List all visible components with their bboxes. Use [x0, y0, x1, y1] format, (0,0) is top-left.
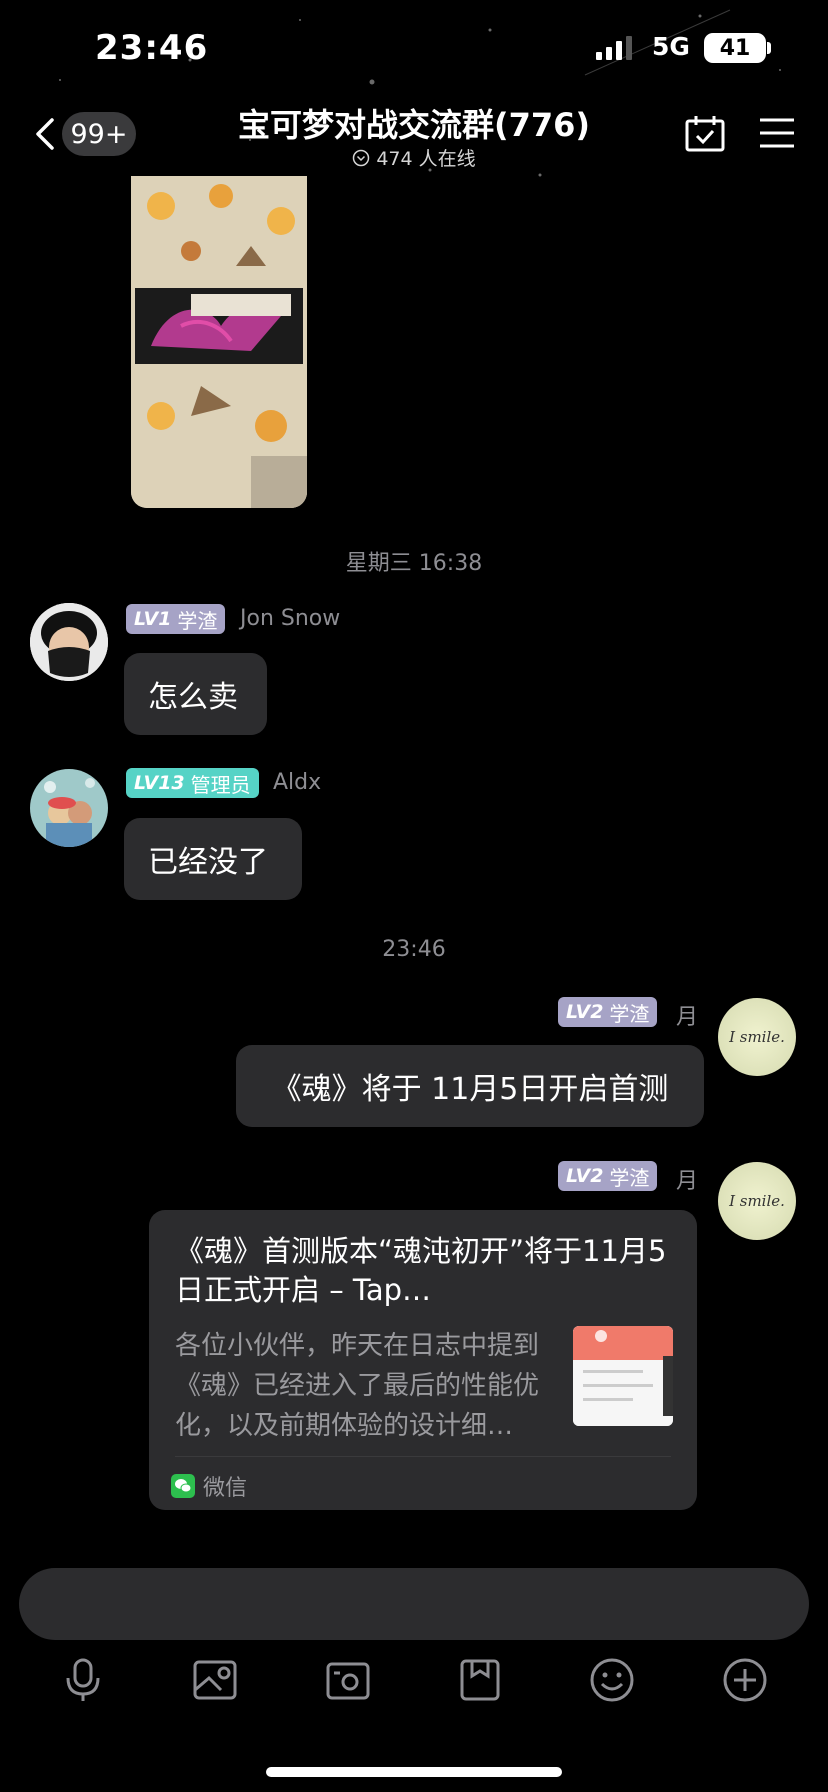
level-text: LV13 — [134, 772, 185, 794]
message-bubble[interactable]: 已经没了 — [124, 818, 302, 900]
level-badge: LV2 学渣 — [558, 997, 658, 1027]
microphone-icon[interactable] — [59, 1656, 107, 1704]
file-icon[interactable] — [456, 1656, 504, 1704]
rank-text: 学渣 — [177, 608, 218, 633]
sender-name[interactable]: Jon Snow — [240, 606, 340, 631]
battery-indicator: 41 — [704, 33, 766, 63]
signal-icon — [596, 36, 632, 60]
home-indicator[interactable] — [266, 1767, 562, 1777]
timestamp: 星期三 16:38 — [345, 551, 483, 576]
level-badge: LV2 学渣 — [558, 1161, 658, 1191]
photo-content — [131, 176, 307, 508]
level-badge: LV13 管理员 — [126, 768, 259, 798]
link-card[interactable]: 《魂》首测版本“魂沌初开”将于11月5日正式开启 – Tap… 各位小伙伴，昨天… — [149, 1210, 697, 1510]
message-bubble[interactable]: 《魂》将于 11月5日开启首测 — [236, 1045, 704, 1127]
battery-cap — [767, 42, 771, 54]
sender-name[interactable]: 月 — [676, 999, 698, 1031]
sender-name[interactable]: Aldx — [273, 770, 321, 795]
avatar[interactable]: I smile. — [718, 998, 796, 1076]
wechat-icon — [171, 1474, 195, 1498]
card-description: 各位小伙伴，昨天在日志中提到《魂》已经进入了最后的性能优化，以及前期体验的设计细… — [175, 1331, 540, 1441]
level-text: LV1 — [134, 608, 172, 630]
avatar-text: I smile. — [729, 1028, 785, 1046]
card-source: 微信 — [171, 1470, 247, 1502]
card-thumbnail — [573, 1326, 673, 1426]
emoji-icon[interactable] — [588, 1656, 636, 1704]
message-bubble[interactable]: 怎么卖 — [124, 653, 267, 735]
calendar-check-icon[interactable] — [683, 112, 727, 156]
network-type: 5G — [652, 32, 690, 61]
avatar[interactable] — [30, 603, 108, 681]
menu-icon[interactable] — [756, 112, 800, 156]
sender-name[interactable]: 月 — [676, 1163, 698, 1195]
avatar-text: I smile. — [729, 1192, 785, 1210]
avatar-image — [30, 603, 108, 681]
camera-icon[interactable] — [324, 1656, 372, 1704]
shared-photo[interactable] — [131, 176, 307, 508]
timestamp: 23:46 — [382, 937, 446, 962]
rank-text: 学渣 — [609, 1165, 650, 1190]
image-icon[interactable] — [191, 1656, 239, 1704]
avatar[interactable] — [30, 769, 108, 847]
level-badge: LV1 学渣 — [126, 604, 226, 634]
avatar[interactable]: I smile. — [718, 1162, 796, 1240]
card-title: 《魂》首测版本“魂沌初开”将于11月5日正式开启 – Tap… — [175, 1234, 667, 1307]
card-source-text: 微信 — [203, 1476, 248, 1501]
level-text: LV2 — [566, 1165, 604, 1187]
rank-text: 学渣 — [609, 1001, 650, 1026]
status-time: 23:46 — [95, 28, 209, 68]
card-divider — [175, 1456, 671, 1457]
message-input[interactable] — [19, 1568, 809, 1640]
rank-text: 管理员 — [190, 772, 251, 797]
level-text: LV2 — [566, 1001, 604, 1023]
avatar-image — [30, 769, 108, 847]
online-count-text: 474 人在线 — [376, 148, 476, 170]
chevron-circle-icon — [353, 149, 370, 166]
thumbnail-image — [573, 1326, 673, 1426]
plus-icon[interactable] — [721, 1656, 769, 1704]
